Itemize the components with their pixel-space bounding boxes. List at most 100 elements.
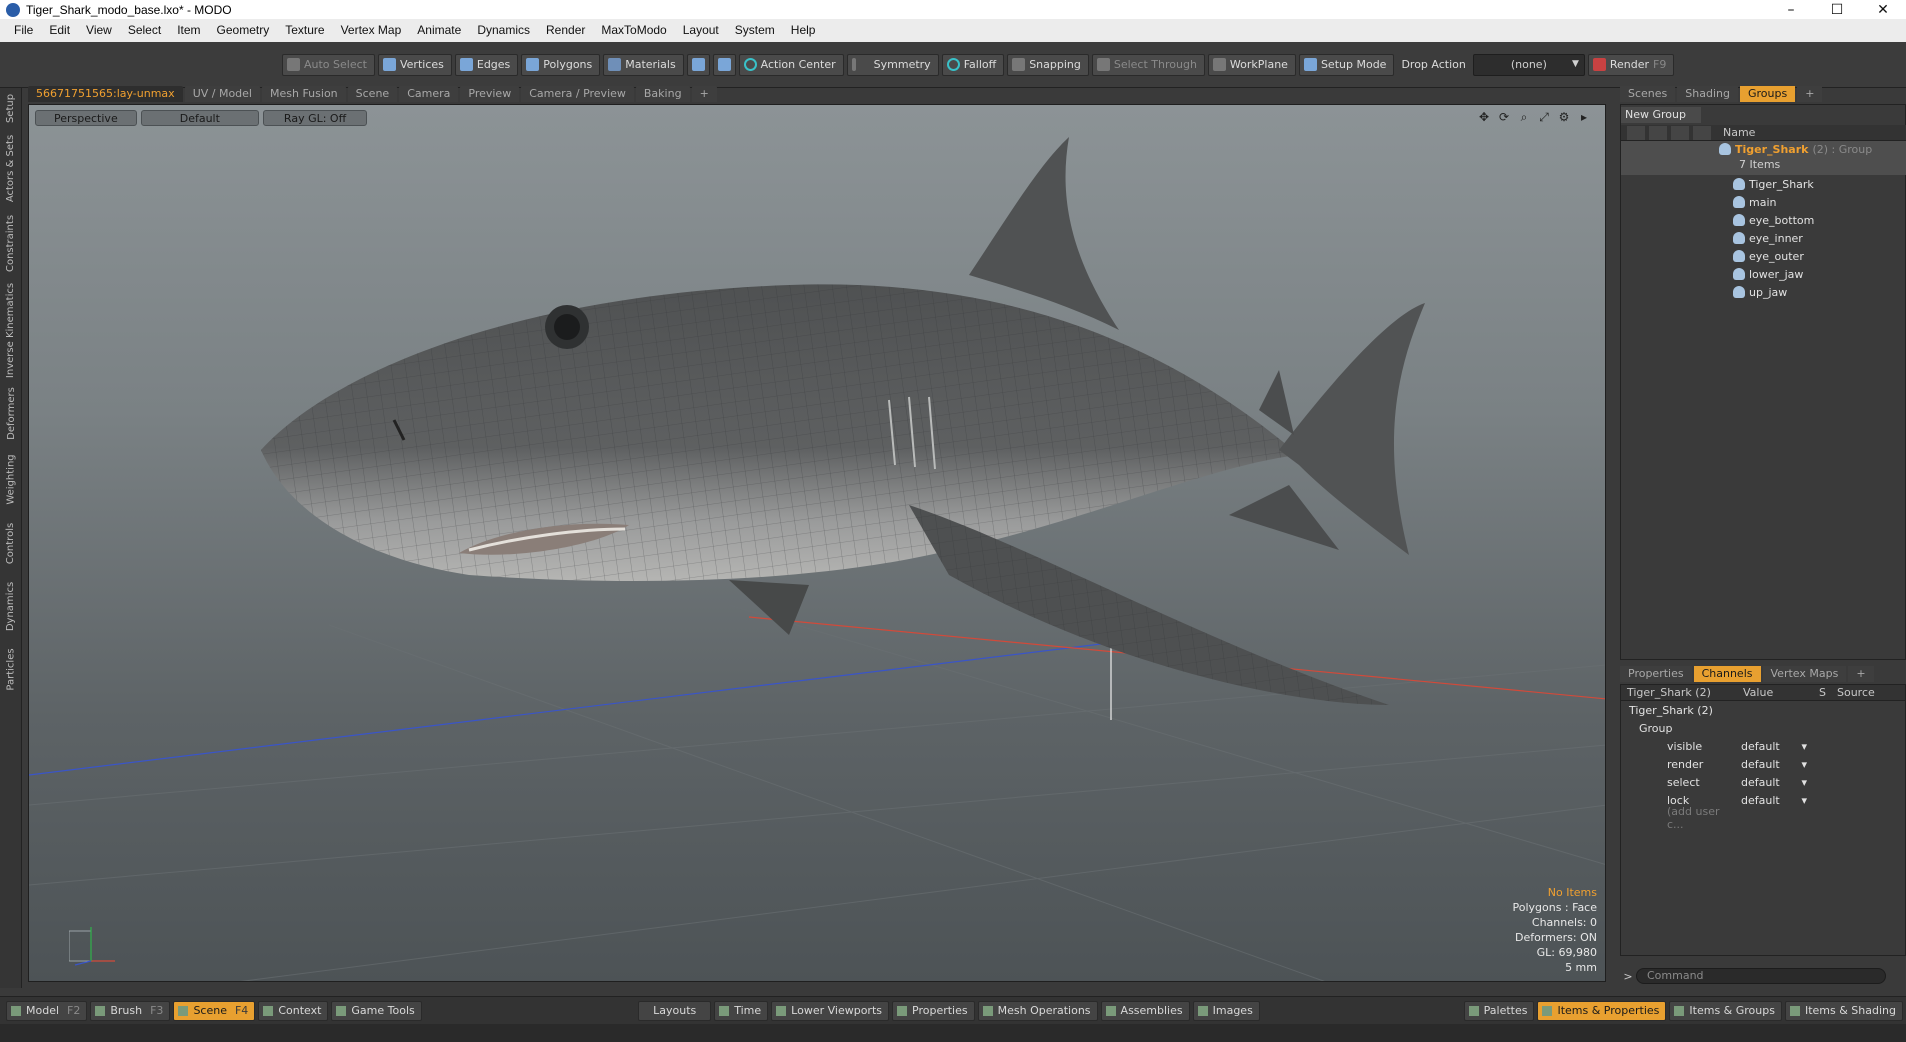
settings-gear-icon[interactable]: ⚙	[1557, 110, 1571, 124]
lock-column-icon[interactable]	[1693, 125, 1711, 140]
items-shading-button[interactable]: Items & Shading	[1784, 1000, 1903, 1021]
render-column-icon[interactable]	[1649, 125, 1667, 140]
menu-texture[interactable]: Texture	[277, 19, 332, 42]
view-type-button[interactable]: Perspective	[35, 110, 137, 126]
vtab-particles[interactable]: Particles	[0, 640, 22, 698]
time-button[interactable]: Time	[714, 1000, 769, 1021]
snapping-button[interactable]: Snapping	[1007, 53, 1089, 76]
select-mode-b-button[interactable]	[712, 53, 736, 76]
render-value-select[interactable]: default ▾	[1737, 758, 1813, 771]
menu-edit[interactable]: Edit	[41, 19, 78, 42]
list-item[interactable]: eye_bottom	[1621, 211, 1906, 229]
lower-viewports-button[interactable]: Lower Viewports	[771, 1000, 890, 1021]
materials-button[interactable]: Materials	[603, 53, 684, 76]
menu-geometry[interactable]: Geometry	[209, 19, 278, 42]
menu-animate[interactable]: Animate	[409, 19, 469, 42]
visible-value-select[interactable]: default ▾	[1737, 740, 1813, 753]
menu-dynamics[interactable]: Dynamics	[469, 19, 538, 42]
add-tab-button[interactable]: +	[691, 86, 717, 102]
layouts-button[interactable]: Layouts	[638, 1000, 712, 1021]
zoom-icon[interactable]: ⌕	[1517, 110, 1531, 124]
properties-button[interactable]: Properties	[892, 1000, 975, 1021]
list-item[interactable]: up_jaw	[1621, 283, 1906, 301]
tab-channels[interactable]: Channels	[1693, 666, 1761, 682]
table-row[interactable]: render default ▾	[1621, 755, 1905, 773]
tab-groups[interactable]: Groups	[1739, 86, 1796, 102]
tab-uv-model[interactable]: UV / Model	[184, 86, 260, 102]
items-groups-button[interactable]: Items & Groups	[1669, 1000, 1782, 1021]
maximize-button[interactable]: ☐	[1814, 0, 1860, 19]
mesh-operations-button[interactable]: Mesh Operations	[977, 1000, 1098, 1021]
table-row[interactable]: select default ▾	[1621, 773, 1905, 791]
scene-layout-button[interactable]: Scene F4	[173, 1000, 256, 1021]
rotate-icon[interactable]: ⟳	[1497, 110, 1511, 124]
game-tools-button[interactable]: Game Tools	[331, 1000, 422, 1021]
menu-layout[interactable]: Layout	[675, 19, 727, 42]
new-group-button[interactable]: New Group	[1621, 107, 1701, 123]
3d-viewport[interactable]: Perspective Default Ray GL: Off ✥ ⟳ ⌕ ⤢ …	[28, 104, 1606, 982]
falloff-button[interactable]: Falloff	[941, 53, 1005, 76]
add-right-tab-button[interactable]: +	[1797, 86, 1823, 102]
items-properties-button[interactable]: Items & Properties	[1537, 1000, 1667, 1021]
tab-preview[interactable]: Preview	[460, 86, 520, 102]
workplane-button[interactable]: WorkPlane	[1207, 53, 1296, 76]
menu-item[interactable]: Item	[169, 19, 208, 42]
fit-icon[interactable]: ⤢	[1537, 110, 1551, 124]
vertices-button[interactable]: Vertices	[377, 53, 452, 76]
menu-file[interactable]: File	[6, 19, 41, 42]
context-button[interactable]: Context	[258, 1000, 329, 1021]
render-button[interactable]: Render F9	[1587, 53, 1675, 76]
channel-group-row[interactable]: Group	[1621, 719, 1905, 737]
add-user-channel-row[interactable]: (add user c...	[1621, 805, 1905, 831]
vtab-deformers[interactable]: Deformers	[0, 382, 22, 444]
vtab-inverse-kinematics[interactable]: Inverse Kinematics	[0, 282, 22, 378]
group-row-tiger-shark[interactable]: Tiger_Shark (2) : Group 7 Items	[1621, 141, 1906, 175]
palettes-button[interactable]: Palettes	[1463, 1000, 1535, 1021]
menu-render[interactable]: Render	[538, 19, 593, 42]
minimize-button[interactable]: –	[1768, 0, 1814, 19]
channel-root-row[interactable]: Tiger_Shark (2)	[1621, 701, 1905, 719]
menu-vertex-map[interactable]: Vertex Map	[333, 19, 410, 42]
tab-baking[interactable]: Baking	[635, 86, 690, 102]
ray-gl-button[interactable]: Ray GL: Off	[262, 110, 368, 126]
tab-shading[interactable]: Shading	[1677, 86, 1738, 102]
model-layout-button[interactable]: Model F2	[6, 1000, 88, 1021]
select-through-button[interactable]: Select Through	[1091, 53, 1205, 76]
table-row[interactable]: visible default ▾	[1621, 737, 1905, 755]
menu-help[interactable]: Help	[783, 19, 824, 42]
polygons-button[interactable]: Polygons	[521, 53, 601, 76]
edges-button[interactable]: Edges	[454, 53, 519, 76]
tab-camera-preview[interactable]: Camera / Preview	[521, 86, 634, 102]
menu-system[interactable]: System	[727, 19, 783, 42]
list-item[interactable]: lower_jaw	[1621, 265, 1906, 283]
vtab-constraints[interactable]: Constraints	[0, 208, 22, 278]
auto-select-button[interactable]: Auto Select	[282, 53, 375, 76]
visibility-column-icon[interactable]	[1627, 125, 1645, 140]
menu-maxtomodo[interactable]: MaxToModo	[593, 19, 674, 42]
list-item[interactable]: Tiger_Shark	[1621, 175, 1906, 193]
name-column-header[interactable]: Name	[1719, 126, 1755, 139]
lock-value-select[interactable]: default ▾	[1737, 794, 1813, 807]
tab-layout-unmax[interactable]: 56671751565:lay-unmax	[28, 86, 183, 102]
tab-vertex-maps[interactable]: Vertex Maps	[1762, 666, 1847, 682]
vtab-setup[interactable]: Setup	[0, 88, 22, 128]
setup-mode-button[interactable]: Setup Mode	[1298, 53, 1395, 76]
command-input[interactable]: Command	[1636, 968, 1886, 984]
tab-mesh-fusion[interactable]: Mesh Fusion	[262, 86, 346, 102]
vtab-weighting[interactable]: Weighting	[0, 448, 22, 510]
pan-icon[interactable]: ✥	[1477, 110, 1491, 124]
list-item[interactable]: main	[1621, 193, 1906, 211]
symmetry-button[interactable]: Symmetry	[846, 53, 939, 76]
tab-scenes[interactable]: Scenes	[1620, 86, 1676, 102]
assemblies-button[interactable]: Assemblies	[1100, 1000, 1190, 1021]
viewport-menu-icon[interactable]: ▸	[1577, 110, 1591, 124]
select-mode-a-button[interactable]	[686, 53, 710, 76]
action-center-button[interactable]: Action Center	[738, 53, 844, 76]
menu-select[interactable]: Select	[120, 19, 169, 42]
close-button[interactable]: ✕	[1860, 0, 1906, 19]
select-value-select[interactable]: default ▾	[1737, 776, 1813, 789]
shading-style-button[interactable]: Default	[140, 110, 259, 126]
vtab-controls[interactable]: Controls	[0, 514, 22, 572]
list-item[interactable]: eye_inner	[1621, 229, 1906, 247]
vtab-dynamics[interactable]: Dynamics	[0, 576, 22, 636]
